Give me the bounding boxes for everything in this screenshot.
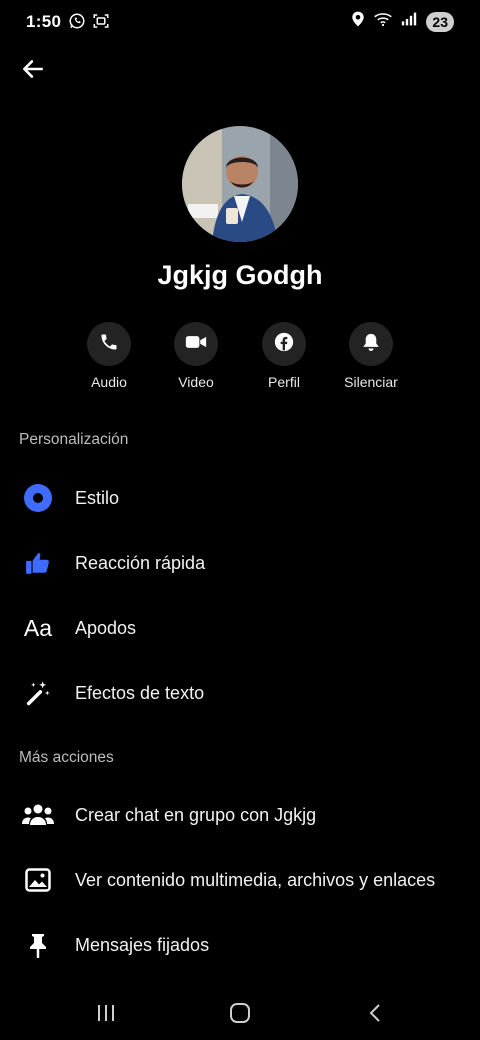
home-button[interactable] xyxy=(220,1000,260,1030)
menu-item-label: Apodos xyxy=(75,617,137,638)
menu-item-pinned-messages[interactable]: Mensajes fijados xyxy=(0,917,480,973)
wifi-icon xyxy=(374,11,393,32)
profile-button[interactable]: Perfil xyxy=(234,322,334,390)
audio-call-button[interactable]: Audio xyxy=(59,322,159,390)
profile-label: Perfil xyxy=(268,374,300,390)
profile-name: Jgkjg Godgh xyxy=(157,260,323,290)
menu-item-label: Estilo xyxy=(75,487,120,508)
video-label: Video xyxy=(178,374,214,390)
image-icon xyxy=(20,868,56,892)
audio-label: Audio xyxy=(91,374,127,390)
menu-item-label: Reacción rápida xyxy=(75,552,206,573)
arrow-left-icon xyxy=(20,56,46,87)
menu-item-label: Ver contenido multimedia, archivos y enl… xyxy=(75,869,436,890)
nickname-icon: Aa xyxy=(23,614,53,641)
menu-item-text-effects[interactable]: Efectos de texto xyxy=(0,665,480,721)
menu-item-create-group[interactable]: Crear chat en grupo con Jgkjg xyxy=(0,787,480,843)
phone-icon xyxy=(99,332,119,357)
facebook-icon xyxy=(274,332,294,357)
whatsapp-icon xyxy=(68,12,86,35)
menu-item-nicknames[interactable]: Aa Apodos xyxy=(0,600,480,656)
recent-apps-icon xyxy=(96,1004,116,1027)
location-icon xyxy=(351,11,365,32)
menu-item-media-files-links[interactable]: Ver contenido multimedia, archivos y enl… xyxy=(0,852,480,908)
mute-label: Silenciar xyxy=(344,374,398,390)
section-title-personalization: Personalización xyxy=(19,431,129,448)
recent-apps-button[interactable] xyxy=(86,1000,126,1030)
avatar[interactable] xyxy=(182,126,298,242)
battery-indicator: 23 xyxy=(426,11,454,32)
menu-item-label: Efectos de texto xyxy=(75,682,205,703)
menu-item-label: Mensajes fijados xyxy=(75,934,210,955)
menu-item-quick-reaction[interactable]: Reacción rápida xyxy=(0,535,480,591)
back-button[interactable] xyxy=(18,56,48,86)
bell-icon xyxy=(362,332,380,357)
section-title-more-actions: Más acciones xyxy=(19,749,114,766)
status-bar: 1:50 23 xyxy=(0,0,480,44)
video-call-button[interactable]: Video xyxy=(146,322,246,390)
thumbs-up-icon xyxy=(20,550,56,576)
system-navigation-bar xyxy=(0,990,480,1040)
chevron-left-icon xyxy=(368,1003,382,1028)
signal-icon xyxy=(401,12,417,31)
status-time: 1:50 xyxy=(26,12,62,31)
magic-wand-icon xyxy=(20,679,56,707)
mute-button[interactable]: Silenciar xyxy=(321,322,421,390)
theme-circle-icon xyxy=(20,483,56,513)
menu-item-style[interactable]: Estilo xyxy=(0,470,480,526)
video-camera-icon xyxy=(185,333,207,356)
screenshot-icon xyxy=(92,12,110,35)
system-back-button[interactable] xyxy=(355,1000,395,1030)
pin-icon xyxy=(20,932,56,958)
home-icon xyxy=(229,1002,251,1029)
group-icon xyxy=(20,803,56,827)
menu-item-label: Crear chat en grupo con Jgkjg xyxy=(75,804,317,825)
